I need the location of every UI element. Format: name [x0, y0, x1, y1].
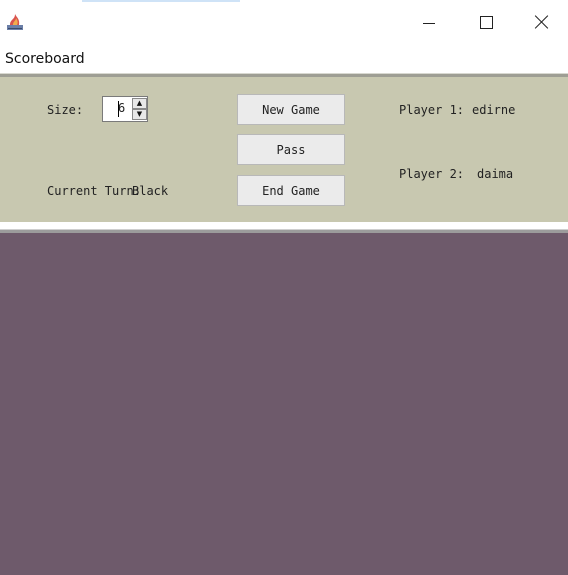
menu-bar: Scoreboard [0, 48, 568, 72]
menu-scoreboard[interactable]: Scoreboard [5, 51, 85, 67]
player1-name: edirne [472, 103, 516, 117]
close-button[interactable] [518, 0, 566, 44]
arrow-up-icon: ▲ [136, 99, 143, 107]
maximize-icon [479, 15, 493, 29]
maximize-button[interactable] [462, 0, 510, 44]
title-accent [82, 0, 240, 2]
game-board[interactable] [0, 233, 568, 575]
player2-name: daima [477, 167, 514, 181]
text-caret [118, 101, 119, 117]
end-game-button[interactable]: End Game [237, 175, 345, 206]
spinner-down-button[interactable]: ▼ [132, 109, 147, 120]
pass-button[interactable]: Pass [237, 134, 345, 165]
arrow-down-icon: ▼ [136, 110, 143, 118]
current-turn-label: Current Turn: [47, 184, 141, 198]
java-app-icon[interactable] [6, 11, 24, 31]
player2-label: Player 2: [399, 167, 465, 181]
new-game-button[interactable]: New Game [237, 94, 345, 125]
minimize-button[interactable] [405, 0, 453, 44]
close-icon [535, 15, 549, 29]
current-turn-value: Black [132, 184, 169, 198]
size-spinner[interactable]: 6 ▲ ▼ [102, 96, 148, 122]
app-window: Scoreboard Size: 6 ▲ ▼ Current Turn: Bla… [0, 0, 568, 575]
title-bar[interactable] [0, 0, 568, 44]
size-spinner-value[interactable]: 6 [118, 101, 125, 115]
player1-label: Player 1: [399, 103, 465, 117]
size-label: Size: [47, 103, 84, 117]
scoreboard-panel: Size: 6 ▲ ▼ Current Turn: Black New Game… [0, 77, 568, 222]
minimize-icon [423, 22, 435, 24]
spinner-up-button[interactable]: ▲ [132, 98, 147, 109]
